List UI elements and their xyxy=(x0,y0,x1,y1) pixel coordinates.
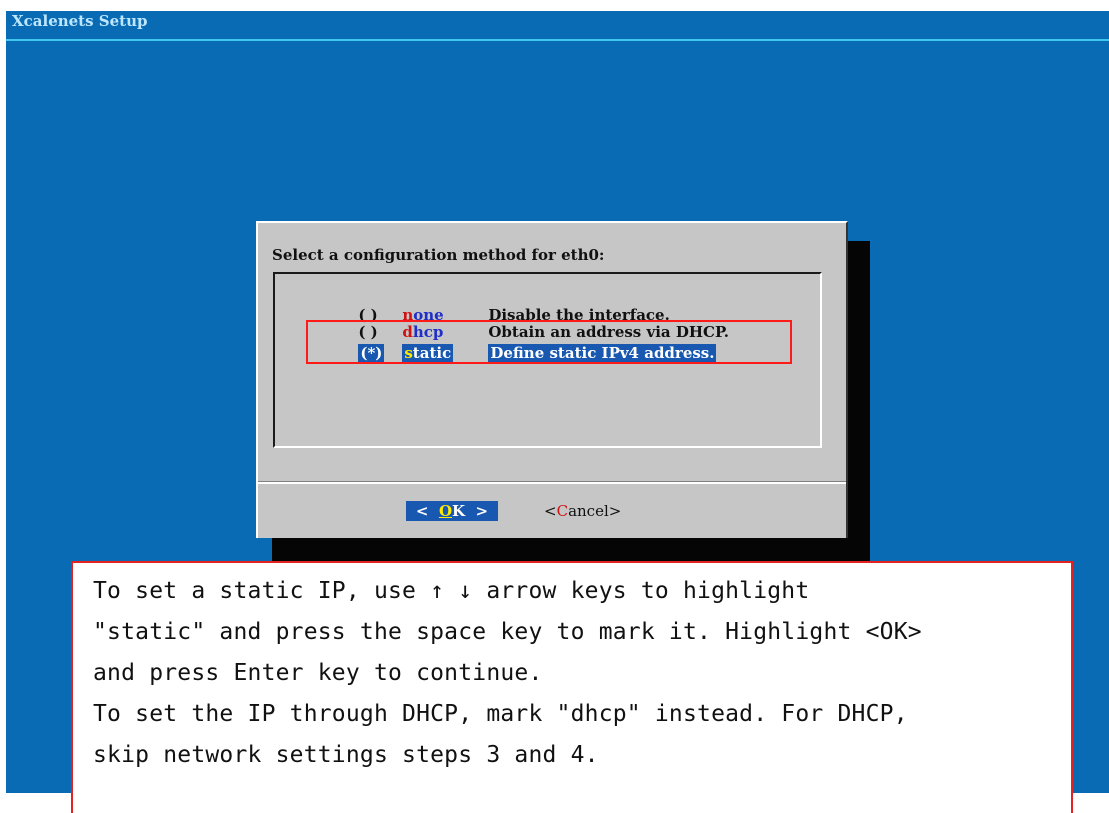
button-divider xyxy=(258,481,846,484)
window-title: Xcalenets Setup xyxy=(12,12,148,30)
callout-line: skip network settings steps 3 and 4. xyxy=(93,742,599,768)
callout-line: "static" and press the space key to mark… xyxy=(93,619,922,645)
title-bar: Xcalenets Setup xyxy=(6,11,1109,39)
option-none[interactable]: ( ) none Disable the interface. xyxy=(327,288,669,324)
config-method-dialog: Select a configuration method for eth0: … xyxy=(256,221,848,538)
dialog-prompt: Select a configuration method for eth0: xyxy=(272,246,605,264)
callout-line: To set the IP through DHCP, mark "dhcp" … xyxy=(93,701,908,727)
instruction-callout: To set a static IP, use ↑ ↓ arrow keys t… xyxy=(71,561,1073,813)
callout-line: and press Enter key to continue. xyxy=(93,660,543,686)
callout-line: To set a static IP, use ↑ ↓ arrow keys t… xyxy=(93,578,810,604)
static-option-highlight-annotation xyxy=(306,320,792,364)
title-divider xyxy=(6,39,1109,41)
cancel-button[interactable]: <Cancel> xyxy=(544,501,621,521)
ok-button[interactable]: < OK > xyxy=(406,501,498,521)
